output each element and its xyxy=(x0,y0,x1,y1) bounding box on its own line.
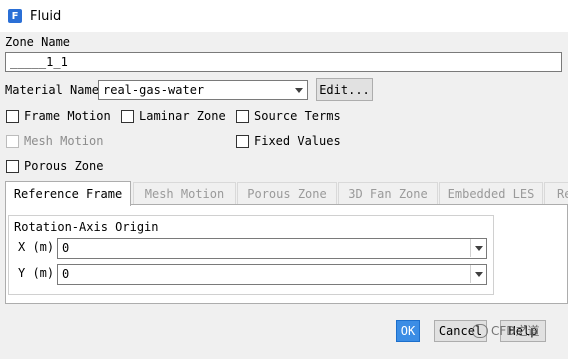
tab-embedded-les[interactable]: Embedded LES xyxy=(439,182,543,204)
tab-label: 3D Fan Zone xyxy=(348,186,428,201)
laminar-zone-label: Laminar Zone xyxy=(139,109,226,123)
chevron-down-icon[interactable] xyxy=(470,265,486,283)
tab-overflow[interactable]: Re xyxy=(544,182,568,204)
fixed-values-checkbox[interactable] xyxy=(236,135,249,148)
tab-3d-fan-zone[interactable]: 3D Fan Zone xyxy=(338,182,438,204)
tab-bar: Reference Frame Mesh Motion Porous Zone … xyxy=(5,181,568,206)
laminar-zone-checkbox[interactable] xyxy=(121,110,134,123)
title-bar: F Fluid xyxy=(0,0,568,32)
y-origin-input[interactable]: 0 xyxy=(57,264,487,285)
material-name-label: Material Name xyxy=(5,83,99,97)
porous-zone-label: Porous Zone xyxy=(24,159,104,173)
mesh-motion-checkbox xyxy=(6,135,19,148)
x-origin-label: X (m) xyxy=(18,240,55,254)
ok-label: OK xyxy=(400,324,416,338)
ok-button[interactable]: OK xyxy=(396,320,420,342)
fluent-app-icon: F xyxy=(8,9,22,23)
rotation-axis-origin-title: Rotation-Axis Origin xyxy=(14,220,159,234)
fixed-values-label: Fixed Values xyxy=(254,134,341,148)
frame-motion-checkbox[interactable] xyxy=(6,110,19,123)
porous-zone-checkbox[interactable] xyxy=(6,160,19,173)
tab-reference-frame[interactable]: Reference Frame xyxy=(5,181,131,206)
wechat-icon xyxy=(472,323,488,338)
material-select[interactable]: real-gas-water xyxy=(98,80,308,100)
tab-label: Mesh Motion xyxy=(144,186,225,201)
tab-porous-zone[interactable]: Porous Zone xyxy=(237,182,337,204)
zone-name-input[interactable]: _____1_1 xyxy=(5,52,562,72)
y-origin-label: Y (m) xyxy=(18,266,55,280)
tab-label: Embedded LES xyxy=(447,186,535,201)
watermark-text: CFD之道 xyxy=(491,324,540,338)
material-value: real-gas-water xyxy=(103,83,205,97)
tab-label: Porous Zone xyxy=(247,186,327,201)
tab-mesh-motion[interactable]: Mesh Motion xyxy=(133,182,236,204)
frame-motion-label: Frame Motion xyxy=(24,109,111,123)
chevron-down-icon[interactable] xyxy=(291,81,307,99)
chevron-down-icon[interactable] xyxy=(470,239,486,257)
window-title: Fluid xyxy=(30,8,62,24)
edit-material-button[interactable]: Edit... xyxy=(316,78,373,101)
zone-name-label: Zone Name xyxy=(5,35,71,49)
tab-label: Re xyxy=(557,186,568,201)
source-terms-checkbox[interactable] xyxy=(236,110,249,123)
y-origin-value: 0 xyxy=(62,267,70,281)
x-origin-value: 0 xyxy=(62,241,70,255)
x-origin-input[interactable]: 0 xyxy=(57,238,487,259)
source-terms-label: Source Terms xyxy=(254,109,341,123)
edit-button-label: Edit... xyxy=(319,82,370,97)
watermark: CFD之道 xyxy=(472,322,540,339)
tab-label: Reference Frame xyxy=(13,187,123,201)
mesh-motion-label: Mesh Motion xyxy=(24,134,104,148)
